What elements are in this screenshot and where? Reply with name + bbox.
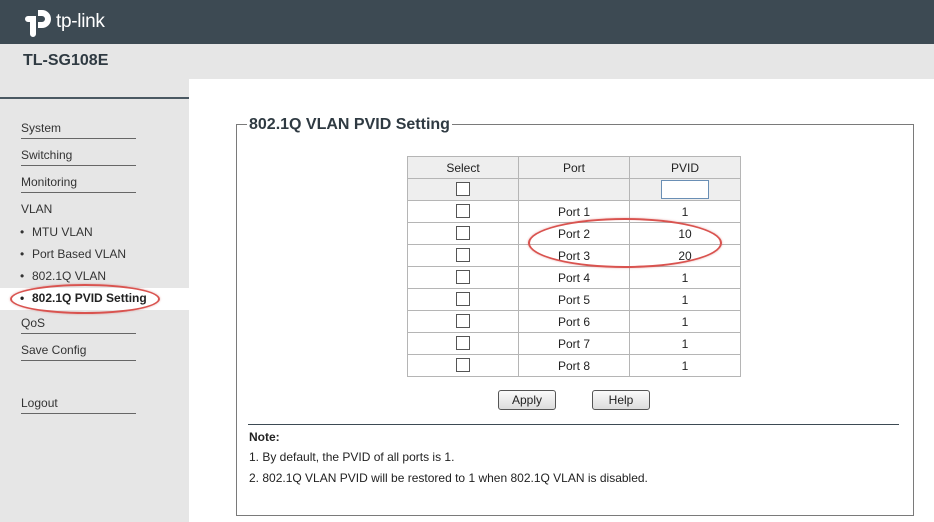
table-row: Port 5 1 [407,288,741,311]
row-checkbox[interactable] [456,226,470,241]
table-filter-row [407,178,741,201]
help-button[interactable]: Help [592,390,650,410]
row-checkbox[interactable] [456,204,470,219]
row-checkbox[interactable] [456,358,470,373]
table-row: Port 1 1 [407,200,741,223]
sidebar-subitem-mtu-vlan[interactable]: • MTU VLAN [20,225,93,239]
highlight-ellipse-ports [528,218,722,268]
row-checkbox[interactable] [456,270,470,285]
row-select-cell [407,222,519,245]
sidebar-item-monitoring[interactable]: Monitoring [21,175,136,193]
row-checkbox[interactable] [456,292,470,307]
note-title: Note: [249,430,280,444]
header-select: Select [407,156,519,179]
highlight-ellipse-sidebar [10,284,160,314]
row-pvid: 1 [629,354,741,377]
sidebar-subitem-port-based-vlan[interactable]: • Port Based VLAN [20,247,126,261]
row-select-cell [407,200,519,223]
sidebar-subitem-8021q-vlan[interactable]: • 802.1Q VLAN [20,269,106,283]
model-bar [0,44,934,79]
row-checkbox[interactable] [456,336,470,351]
table-row: Port 6 1 [407,310,741,333]
note-line-1: 1. By default, the PVID of all ports is … [249,450,455,464]
filter-select-cell [407,178,519,201]
device-model: TL-SG108E [23,52,109,69]
model-divider [0,97,189,99]
filter-port-cell [518,178,630,201]
table-row: Port 7 1 [407,332,741,355]
sidebar-item-logout[interactable]: Logout [21,396,136,414]
row-select-cell [407,244,519,267]
apply-button[interactable]: Apply [498,390,556,410]
row-pvid: 1 [629,266,741,289]
table-row: Port 8 1 [407,354,741,377]
tp-link-logo-icon [25,10,51,37]
row-select-cell [407,266,519,289]
sidebar-subitem-label: 802.1Q VLAN [32,269,107,283]
note-divider [248,424,899,425]
filter-pvid-cell [629,178,741,201]
header-port: Port [518,156,630,179]
table-row: Port 4 1 [407,266,741,289]
row-pvid: 1 [629,310,741,333]
row-port: Port 4 [518,266,630,289]
pvid-table: Select Port PVID Port 1 1 Port 2 10 Port… [407,156,741,377]
sidebar-item-system[interactable]: System [21,121,136,139]
row-select-cell [407,332,519,355]
page-title: 802.1Q VLAN PVID Setting [247,116,452,134]
note-line-2: 2. 802.1Q VLAN PVID will be restored to … [249,471,648,485]
row-checkbox[interactable] [456,248,470,263]
header-pvid: PVID [629,156,741,179]
bullet-icon: • [20,269,25,283]
sidebar-subitem-label: Port Based VLAN [32,247,127,261]
sidebar-item-switching[interactable]: Switching [21,148,136,166]
select-all-checkbox[interactable] [456,182,470,197]
row-select-cell [407,310,519,333]
row-select-cell [407,288,519,311]
row-pvid: 1 [629,332,741,355]
tp-link-logo: tp-link [22,6,105,38]
row-pvid: 1 [629,288,741,311]
sidebar-item-vlan[interactable]: VLAN [21,202,136,219]
table-header-row: Select Port PVID [407,156,741,179]
row-port: Port 5 [518,288,630,311]
top-header-bar: tp-link [0,0,934,44]
sidebar-subitem-label: MTU VLAN [32,225,93,239]
pvid-input[interactable] [661,180,709,199]
row-select-cell [407,354,519,377]
sidebar-item-qos[interactable]: QoS [21,316,136,334]
brand-name: tp-link [56,11,105,32]
sidebar-item-save-config[interactable]: Save Config [21,343,136,361]
bullet-icon: • [20,225,25,239]
row-port: Port 6 [518,310,630,333]
row-checkbox[interactable] [456,314,470,329]
row-port: Port 8 [518,354,630,377]
bullet-icon: • [20,247,25,261]
row-port: Port 7 [518,332,630,355]
